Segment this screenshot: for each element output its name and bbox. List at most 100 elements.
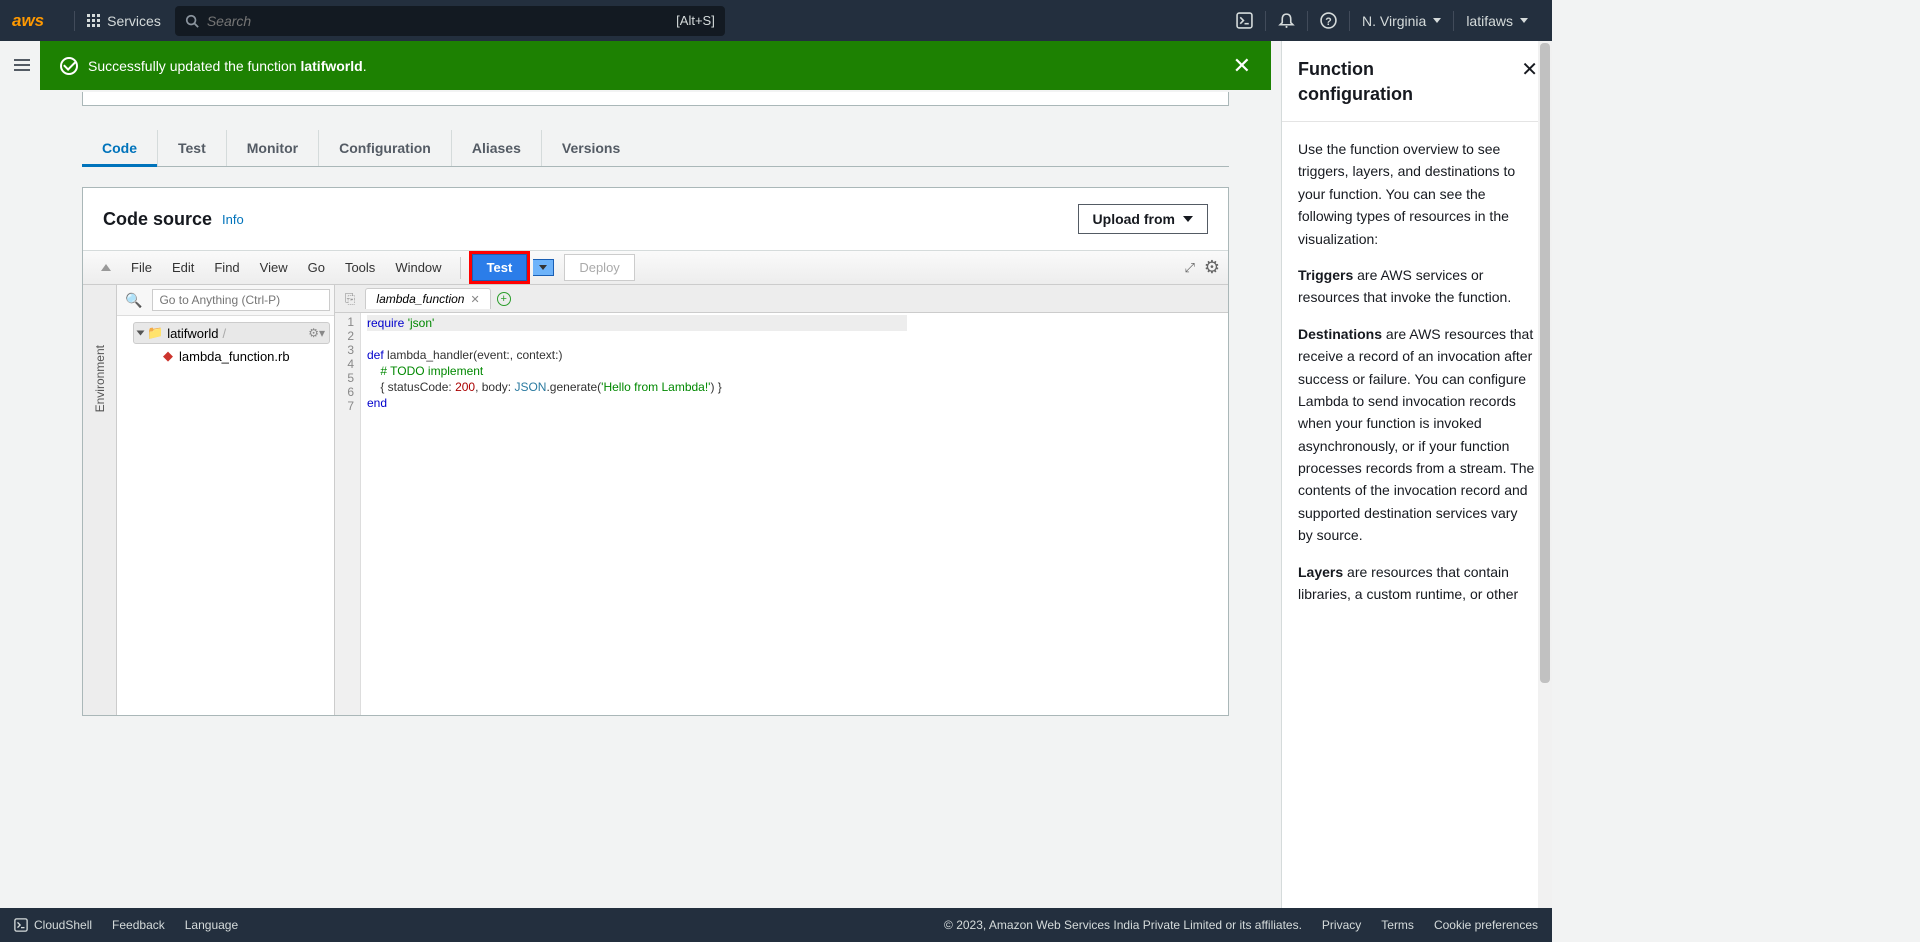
flash-function-name: latifworld <box>300 58 362 74</box>
editor-area: ⎘ lambda_function ✕ + 1234567 require 'j… <box>335 285 1228 715</box>
services-menu[interactable]: Services <box>87 13 161 29</box>
file-tree: 📁 latifworld / ⚙▾ ◆ lambda_function.rb <box>117 316 334 374</box>
folder-sep: / <box>222 326 226 341</box>
line-gutter: 1234567 <box>335 313 361 715</box>
footer-right: © 2023, Amazon Web Services India Privat… <box>944 918 1538 932</box>
flash-prefix: Successfully updated the function <box>88 58 300 74</box>
tree-folder-row[interactable]: 📁 latifworld / ⚙▾ <box>133 322 330 344</box>
flash-message: Successfully updated the function latifw… <box>88 58 367 74</box>
collapse-triangle-icon[interactable] <box>101 264 111 271</box>
environment-tab[interactable]: Environment <box>93 345 107 412</box>
goto-row: 🔍 <box>117 285 334 316</box>
tree-file-row[interactable]: ◆ lambda_function.rb <box>121 344 330 368</box>
privacy-link[interactable]: Privacy <box>1322 918 1361 932</box>
topnav-right: ? N. Virginia latifaws <box>1224 11 1540 31</box>
code-source-panel: Code source Info Upload from File Edit F… <box>82 187 1229 716</box>
terms-link[interactable]: Terms <box>1381 918 1414 932</box>
tab-versions[interactable]: Versions <box>542 130 640 166</box>
flash-close-button[interactable]: ✕ <box>1233 53 1251 79</box>
chevron-down-icon <box>1183 216 1193 222</box>
panel-header: Code source Info Upload from <box>83 188 1228 250</box>
cloudshell-label: CloudShell <box>34 918 92 932</box>
help-panel: ✕ Function configuration Use the functio… <box>1281 41 1552 908</box>
tab-list-icon[interactable]: ⎘ <box>341 290 359 308</box>
code-editor[interactable]: 1234567 require 'json' def lambda_handle… <box>335 313 1228 715</box>
flash-suffix: . <box>363 58 367 74</box>
divider <box>460 257 461 279</box>
aws-logo[interactable]: aws <box>12 11 44 31</box>
menu-go[interactable]: Go <box>298 260 335 275</box>
close-icon[interactable]: ✕ <box>470 293 479 306</box>
upload-from-button[interactable]: Upload from <box>1078 204 1208 234</box>
code-content[interactable]: require 'json' def lambda_handler(event:… <box>361 313 913 715</box>
language-link[interactable]: Language <box>185 918 238 932</box>
test-button-highlight: Test <box>469 251 531 284</box>
aws-logo-text: aws <box>12 11 44 30</box>
cloudshell-icon[interactable] <box>1224 11 1265 31</box>
gear-icon[interactable]: ⚙▾ <box>308 326 325 340</box>
account-menu[interactable]: latifaws <box>1453 11 1540 31</box>
info-link[interactable]: Info <box>222 212 244 227</box>
deploy-button: Deploy <box>564 254 634 281</box>
window-scrollbar[interactable] <box>1538 41 1552 908</box>
services-label: Services <box>107 13 161 29</box>
help-paragraph: Layers are resources that contain librar… <box>1298 561 1536 606</box>
upload-from-label: Upload from <box>1093 211 1175 227</box>
menu-window[interactable]: Window <box>385 260 451 275</box>
feedback-link[interactable]: Feedback <box>112 918 165 932</box>
notifications-icon[interactable] <box>1265 11 1307 31</box>
help-paragraph: Destinations are AWS resources that rece… <box>1298 323 1536 547</box>
grid-icon <box>87 14 101 28</box>
new-tab-button[interactable]: + <box>497 292 511 306</box>
editor-tab[interactable]: lambda_function ✕ <box>365 288 490 309</box>
tab-configuration[interactable]: Configuration <box>319 130 452 166</box>
file-tree-panel: 🔍 📁 latifworld / ⚙▾ <box>117 285 335 715</box>
test-button[interactable]: Test <box>472 254 528 281</box>
folder-name: latifworld <box>167 326 218 341</box>
help-title-1: Function <box>1298 59 1536 80</box>
side-nav-toggle[interactable] <box>14 56 30 74</box>
global-search[interactable]: [Alt+S] <box>175 6 725 36</box>
overview-box-bottom <box>82 92 1229 106</box>
help-title-2: configuration <box>1298 84 1536 105</box>
search-shortcut: [Alt+S] <box>676 13 715 28</box>
main-content: Code Test Monitor Configuration Aliases … <box>40 90 1271 908</box>
region-selector[interactable]: N. Virginia <box>1349 11 1453 31</box>
search-icon <box>185 14 199 28</box>
chevron-down-icon <box>1433 18 1441 23</box>
menu-find[interactable]: Find <box>204 260 249 275</box>
account-label: latifaws <box>1466 13 1513 29</box>
ide-right-icons: ⤢ ⚙ <box>1184 257 1220 278</box>
tab-monitor[interactable]: Monitor <box>227 130 319 166</box>
search-input[interactable] <box>207 13 676 29</box>
menu-view[interactable]: View <box>250 260 298 275</box>
goto-input[interactable] <box>152 289 330 311</box>
search-icon[interactable]: 🔍 <box>121 292 146 309</box>
help-close-button[interactable]: ✕ <box>1521 57 1538 82</box>
help-icon[interactable]: ? <box>1307 11 1349 31</box>
cloudshell-button[interactable]: CloudShell <box>14 918 92 932</box>
gear-icon[interactable]: ⚙ <box>1204 257 1220 278</box>
scrollbar-thumb[interactable] <box>1540 43 1550 683</box>
divider <box>74 11 75 31</box>
test-dropdown[interactable] <box>533 259 554 276</box>
tab-aliases[interactable]: Aliases <box>452 130 542 166</box>
menu-file[interactable]: File <box>121 260 162 275</box>
menu-tools[interactable]: Tools <box>335 260 385 275</box>
editor-tabs: ⎘ lambda_function ✕ + <box>335 285 1228 313</box>
footer: CloudShell Feedback Language © 2023, Ama… <box>0 908 1552 942</box>
svg-text:?: ? <box>1325 16 1331 28</box>
fullscreen-icon[interactable]: ⤢ <box>1184 260 1193 276</box>
copyright: © 2023, Amazon Web Services India Privat… <box>944 918 1302 932</box>
cookie-prefs-link[interactable]: Cookie preferences <box>1434 918 1538 932</box>
check-circle-icon <box>60 57 78 75</box>
flash-success: Successfully updated the function latifw… <box>40 41 1271 90</box>
file-name: lambda_function.rb <box>179 349 290 364</box>
ruby-file-icon: ◆ <box>163 348 173 364</box>
tab-code[interactable]: Code <box>82 130 158 166</box>
tab-test[interactable]: Test <box>158 130 227 166</box>
editor-tab-label: lambda_function <box>376 292 464 306</box>
menu-edit[interactable]: Edit <box>162 260 204 275</box>
chevron-down-icon <box>137 331 145 336</box>
help-paragraph: Triggers are AWS services or resources t… <box>1298 264 1536 309</box>
